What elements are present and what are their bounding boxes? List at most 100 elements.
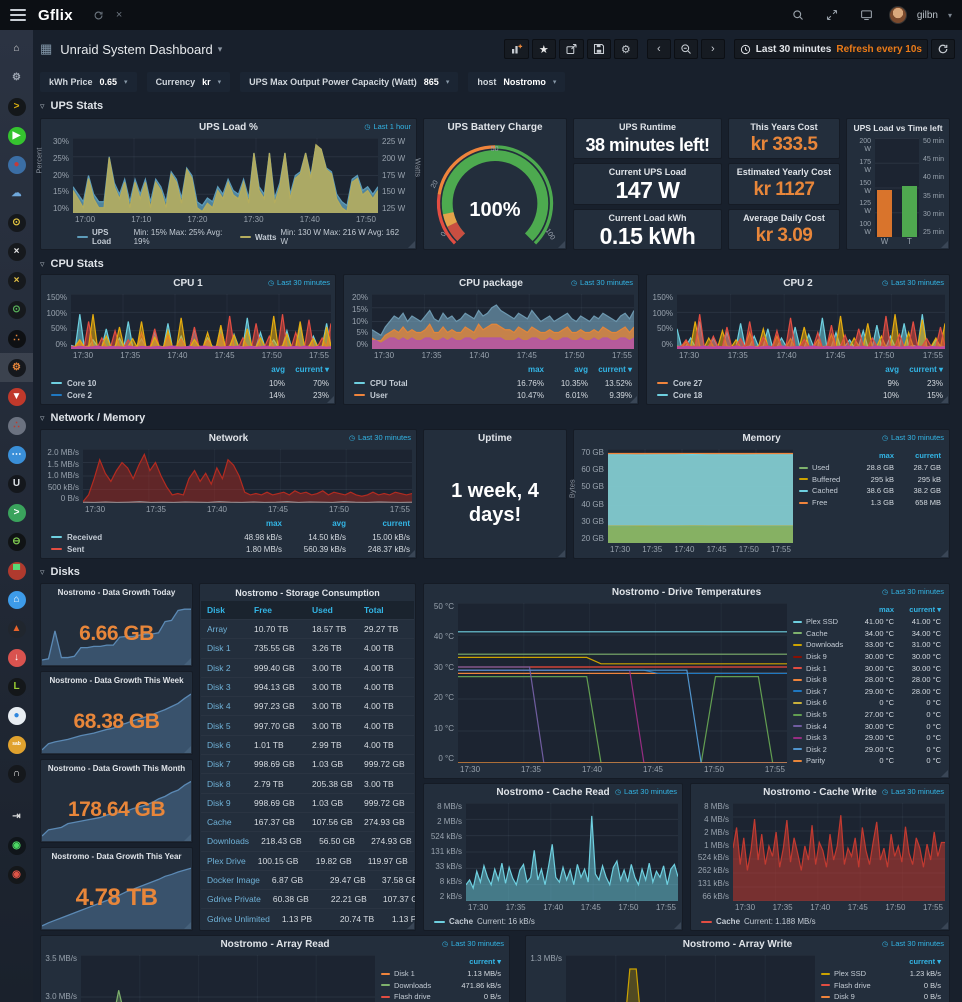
- sidebar-item[interactable]: ◉: [0, 831, 33, 860]
- cpu-package-chart[interactable]: [372, 294, 634, 349]
- variable-dropdown[interactable]: Currency kr ▾: [147, 72, 231, 92]
- sidebar-item[interactable]: ×: [0, 266, 33, 295]
- section-disks[interactable]: ▿ Disks: [40, 566, 80, 578]
- app-icon: ⋯: [8, 446, 26, 464]
- share-button[interactable]: [559, 39, 584, 59]
- refresh-dashboard-button[interactable]: [931, 39, 955, 59]
- avatar[interactable]: [889, 6, 907, 24]
- top-navbar: Gflix × gilbn ▾: [0, 0, 962, 30]
- variable-dropdown[interactable]: host Nostromo ▾: [468, 72, 565, 92]
- tv-mode-icon[interactable]: [860, 9, 873, 21]
- panel-time-override[interactable]: ◷Last 30 minutes: [882, 433, 944, 442]
- battery-gauge[interactable]: 0 20 50 100 100%: [424, 136, 566, 249]
- sidebar-item[interactable]: ⋯: [0, 440, 33, 469]
- panel-storage-table: Nostromo - Storage Consumption Disk Free…: [199, 583, 416, 931]
- ups-bar-chart[interactable]: [875, 138, 919, 237]
- chevron-down-icon: ▾: [446, 78, 450, 86]
- panel-time-override[interactable]: ◷Last 1 hour: [364, 122, 411, 131]
- sidebar-item[interactable]: U: [0, 469, 33, 498]
- section-ups-stats[interactable]: ▿ UPS Stats: [40, 100, 103, 112]
- user-menu[interactable]: gilbn: [917, 10, 938, 21]
- sidebar-item[interactable]: sab: [0, 730, 33, 759]
- section-network-memory[interactable]: ▿ Network / Memory: [40, 412, 145, 424]
- sidebar-item[interactable]: ∴: [0, 411, 33, 440]
- legend-row: Flash drive 0 B/s: [381, 991, 501, 1002]
- sidebar-item[interactable]: ▲: [0, 614, 33, 643]
- sidebar-item[interactable]: ⊙: [0, 295, 33, 324]
- close-icon[interactable]: ×: [116, 9, 122, 21]
- panel-time-override[interactable]: ◷Last 30 minutes: [571, 278, 633, 287]
- sidebar-item[interactable]: ▀: [0, 556, 33, 585]
- panel-ups-runtime: UPS Runtime 38 minutes left!: [573, 118, 722, 159]
- time-back-button[interactable]: ‹: [647, 39, 671, 59]
- search-icon[interactable]: [792, 9, 804, 21]
- panel-time-override[interactable]: ◷Last 30 minutes: [882, 587, 944, 596]
- sidebar-item[interactable]: ∴: [0, 324, 33, 353]
- cache-read-chart[interactable]: [466, 803, 678, 901]
- variable-dropdown[interactable]: kWh Price 0.65 ▾: [40, 72, 137, 92]
- sidebar-item[interactable]: ⌂: [0, 34, 33, 63]
- panel-time-override[interactable]: ◷Last 30 minutes: [615, 787, 677, 796]
- array-write-chart[interactable]: [566, 955, 815, 1002]
- refresh-interval[interactable]: Refresh every 10s: [836, 44, 922, 55]
- sidebar-item[interactable]: >: [0, 498, 33, 527]
- legend-item: Cache Current: 16 kB/s: [434, 917, 535, 926]
- sidebar-item[interactable]: ☁: [0, 179, 33, 208]
- chevron-down-icon[interactable]: ▾: [218, 44, 223, 55]
- legend-row: Downloads 33.00 °C 31.00 °C: [793, 639, 941, 651]
- sidebar-item[interactable]: ×: [0, 237, 33, 266]
- time-range-picker[interactable]: Last 30 minutes Refresh every 10s: [734, 39, 928, 59]
- legend-row: Disk 9 30.00 °C 30.00 °C: [793, 651, 941, 663]
- sidebar-item[interactable]: ⇥: [0, 802, 33, 831]
- legend-row: Downloads 471.86 kB/s: [381, 980, 501, 992]
- network-chart[interactable]: [83, 449, 412, 503]
- panel-cpu-package: CPU package ◷Last 30 minutes 20%15%10%5%…: [343, 274, 639, 405]
- sidebar-item[interactable]: ▶: [0, 121, 33, 150]
- sidebar-item[interactable]: ⌂: [0, 585, 33, 614]
- sidebar-item[interactable]: ⚙: [0, 353, 33, 382]
- array-read-chart[interactable]: [81, 955, 375, 1002]
- app-icon: sab: [8, 736, 26, 754]
- fullscreen-icon[interactable]: [826, 9, 838, 21]
- save-button[interactable]: [587, 39, 611, 59]
- panel-time-override[interactable]: ◷Last 30 minutes: [882, 939, 944, 948]
- dashboard-title[interactable]: Unraid System Dashboard: [60, 42, 212, 57]
- cpu2-chart[interactable]: [677, 294, 945, 349]
- menu-icon[interactable]: [10, 9, 26, 21]
- panel-time-override[interactable]: ◷Last 30 minutes: [882, 278, 944, 287]
- sidebar-item[interactable]: ●: [0, 701, 33, 730]
- cache-write-chart[interactable]: [733, 803, 945, 901]
- temperatures-chart[interactable]: [458, 603, 787, 763]
- panel-time-override[interactable]: ◷Last 30 minutes: [349, 433, 411, 442]
- memory-chart[interactable]: [608, 449, 793, 543]
- sidebar-item[interactable]: ⚙: [0, 63, 33, 92]
- zoom-out-button[interactable]: [674, 39, 698, 59]
- refresh-icon[interactable]: [93, 10, 104, 21]
- sidebar-item[interactable]: ◉: [0, 860, 33, 889]
- time-forward-button[interactable]: ›: [701, 39, 725, 59]
- star-button[interactable]: ★: [532, 39, 556, 59]
- legend-row: Plex SSD 41.00 °C 41.00 °C: [793, 616, 941, 628]
- panel-time-override[interactable]: ◷Last 30 minutes: [882, 787, 944, 796]
- legend-row: Core 27 9% 23%: [657, 377, 943, 389]
- panel-time-override[interactable]: ◷Last 30 minutes: [268, 278, 330, 287]
- variable-dropdown[interactable]: UPS Max Output Power Capacity (Watt) 865…: [240, 72, 458, 92]
- sidebar-item[interactable]: L: [0, 672, 33, 701]
- sidebar-item[interactable]: ▼: [0, 382, 33, 411]
- sidebar-item[interactable]: ●: [0, 150, 33, 179]
- settings-button[interactable]: ⚙: [614, 39, 638, 59]
- sidebar-item[interactable]: ↓: [0, 643, 33, 672]
- section-cpu-stats[interactable]: ▿ CPU Stats: [40, 258, 104, 270]
- sidebar-item[interactable]: ∩: [0, 759, 33, 788]
- bar-time-left[interactable]: [902, 186, 917, 237]
- legend-item: Watts Min: 130 W Max: 216 W Avg: 162 W: [240, 228, 408, 246]
- sidebar-item[interactable]: ⊖: [0, 527, 33, 556]
- add-panel-button[interactable]: [504, 39, 529, 59]
- sidebar-item[interactable]: >: [0, 92, 33, 121]
- panel-time-override[interactable]: ◷Last 30 minutes: [442, 939, 504, 948]
- cpu1-chart[interactable]: [71, 294, 331, 349]
- stat-value: 178.64 GB: [41, 777, 192, 842]
- bar-watts[interactable]: [877, 190, 892, 237]
- sidebar-item[interactable]: ⊙: [0, 208, 33, 237]
- ups-load-chart[interactable]: [73, 138, 378, 213]
